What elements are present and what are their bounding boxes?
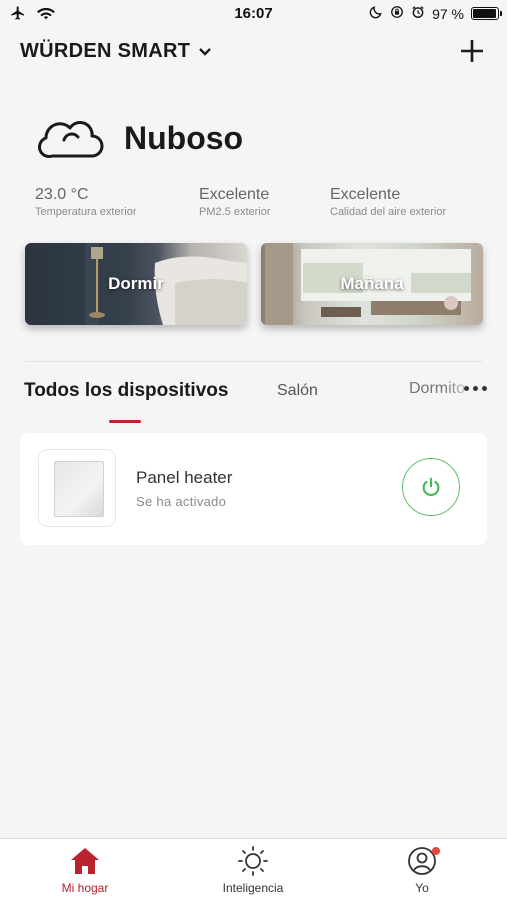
power-button[interactable] bbox=[402, 458, 460, 516]
active-tab-indicator bbox=[109, 420, 141, 423]
dot bbox=[482, 386, 487, 391]
home-icon bbox=[71, 848, 99, 874]
air-quality-value: Excelente bbox=[330, 186, 401, 203]
section-divider bbox=[25, 361, 482, 362]
cloud-icon bbox=[34, 110, 104, 167]
nav-home-label: Mi hogar bbox=[61, 881, 109, 895]
home-selector[interactable]: WÜRDEN SMART bbox=[20, 40, 212, 63]
alarm-icon bbox=[411, 5, 425, 22]
nav-me-label: Yo bbox=[415, 881, 429, 895]
power-icon bbox=[422, 477, 440, 497]
rotation-lock-icon bbox=[390, 5, 404, 22]
header: WÜRDEN SMART bbox=[20, 36, 487, 68]
weather-summary: Nuboso bbox=[34, 108, 243, 168]
home-name: WÜRDEN SMART bbox=[20, 40, 191, 62]
nav-intelligence-label: Inteligencia bbox=[222, 881, 284, 895]
pm25-label: PM2.5 exterior bbox=[199, 206, 271, 218]
scene-label: Mañana bbox=[340, 274, 404, 293]
scene-sleep-card[interactable]: Dormir bbox=[25, 243, 247, 325]
temperature-value: 23.0 °C bbox=[35, 186, 89, 203]
tab-bedroom[interactable]: Dormito bbox=[409, 380, 479, 406]
temperature-stat: 23.0 °C Temperatura exterior bbox=[35, 186, 137, 218]
dot bbox=[464, 386, 469, 391]
more-tabs-button[interactable] bbox=[464, 386, 487, 391]
pm25-stat: Excelente PM2.5 exterior bbox=[199, 186, 271, 218]
room-tabs: Todos los dispositivos Salón Dormito bbox=[24, 376, 487, 426]
nav-home[interactable]: Mi hogar bbox=[25, 845, 145, 895]
moon-icon bbox=[369, 5, 383, 22]
air-quality-label: Calidad del aire exterior bbox=[330, 206, 447, 218]
device-image bbox=[38, 449, 116, 527]
notification-badge bbox=[432, 847, 440, 855]
bottom-nav: Mi hogar Inteligencia Yo bbox=[0, 838, 507, 900]
device-name: Panel heater bbox=[136, 468, 233, 487]
weather-stats: 23.0 °C Temperatura exterior Excelente P… bbox=[35, 186, 487, 226]
plus-icon bbox=[461, 40, 483, 62]
device-card[interactable]: Panel heater Se ha activado bbox=[20, 433, 487, 545]
chevron-down-icon bbox=[198, 40, 212, 63]
scene-label: Dormir bbox=[108, 274, 164, 293]
nav-me[interactable]: Yo bbox=[362, 845, 482, 895]
status-bar: 16:07 97 % bbox=[0, 0, 507, 28]
device-status: Se ha activado bbox=[136, 494, 227, 509]
panel-heater-icon bbox=[54, 461, 104, 517]
sun-icon bbox=[238, 846, 268, 876]
tab-living-room[interactable]: Salón bbox=[277, 382, 318, 400]
air-quality-stat: Excelente Calidad del aire exterior bbox=[330, 186, 446, 218]
battery-percent: 97 % bbox=[432, 5, 464, 22]
battery-icon bbox=[471, 7, 502, 20]
tab-all-devices[interactable]: Todos los dispositivos bbox=[24, 380, 228, 402]
add-device-button[interactable] bbox=[457, 36, 487, 66]
pm25-value: Excelente bbox=[199, 186, 270, 203]
temperature-label: Temperatura exterior bbox=[35, 206, 137, 218]
scene-morning-card[interactable]: Mañana bbox=[261, 243, 483, 325]
weather-condition: Nuboso bbox=[124, 119, 244, 156]
nav-intelligence[interactable]: Inteligencia bbox=[193, 845, 313, 895]
dot bbox=[473, 386, 478, 391]
